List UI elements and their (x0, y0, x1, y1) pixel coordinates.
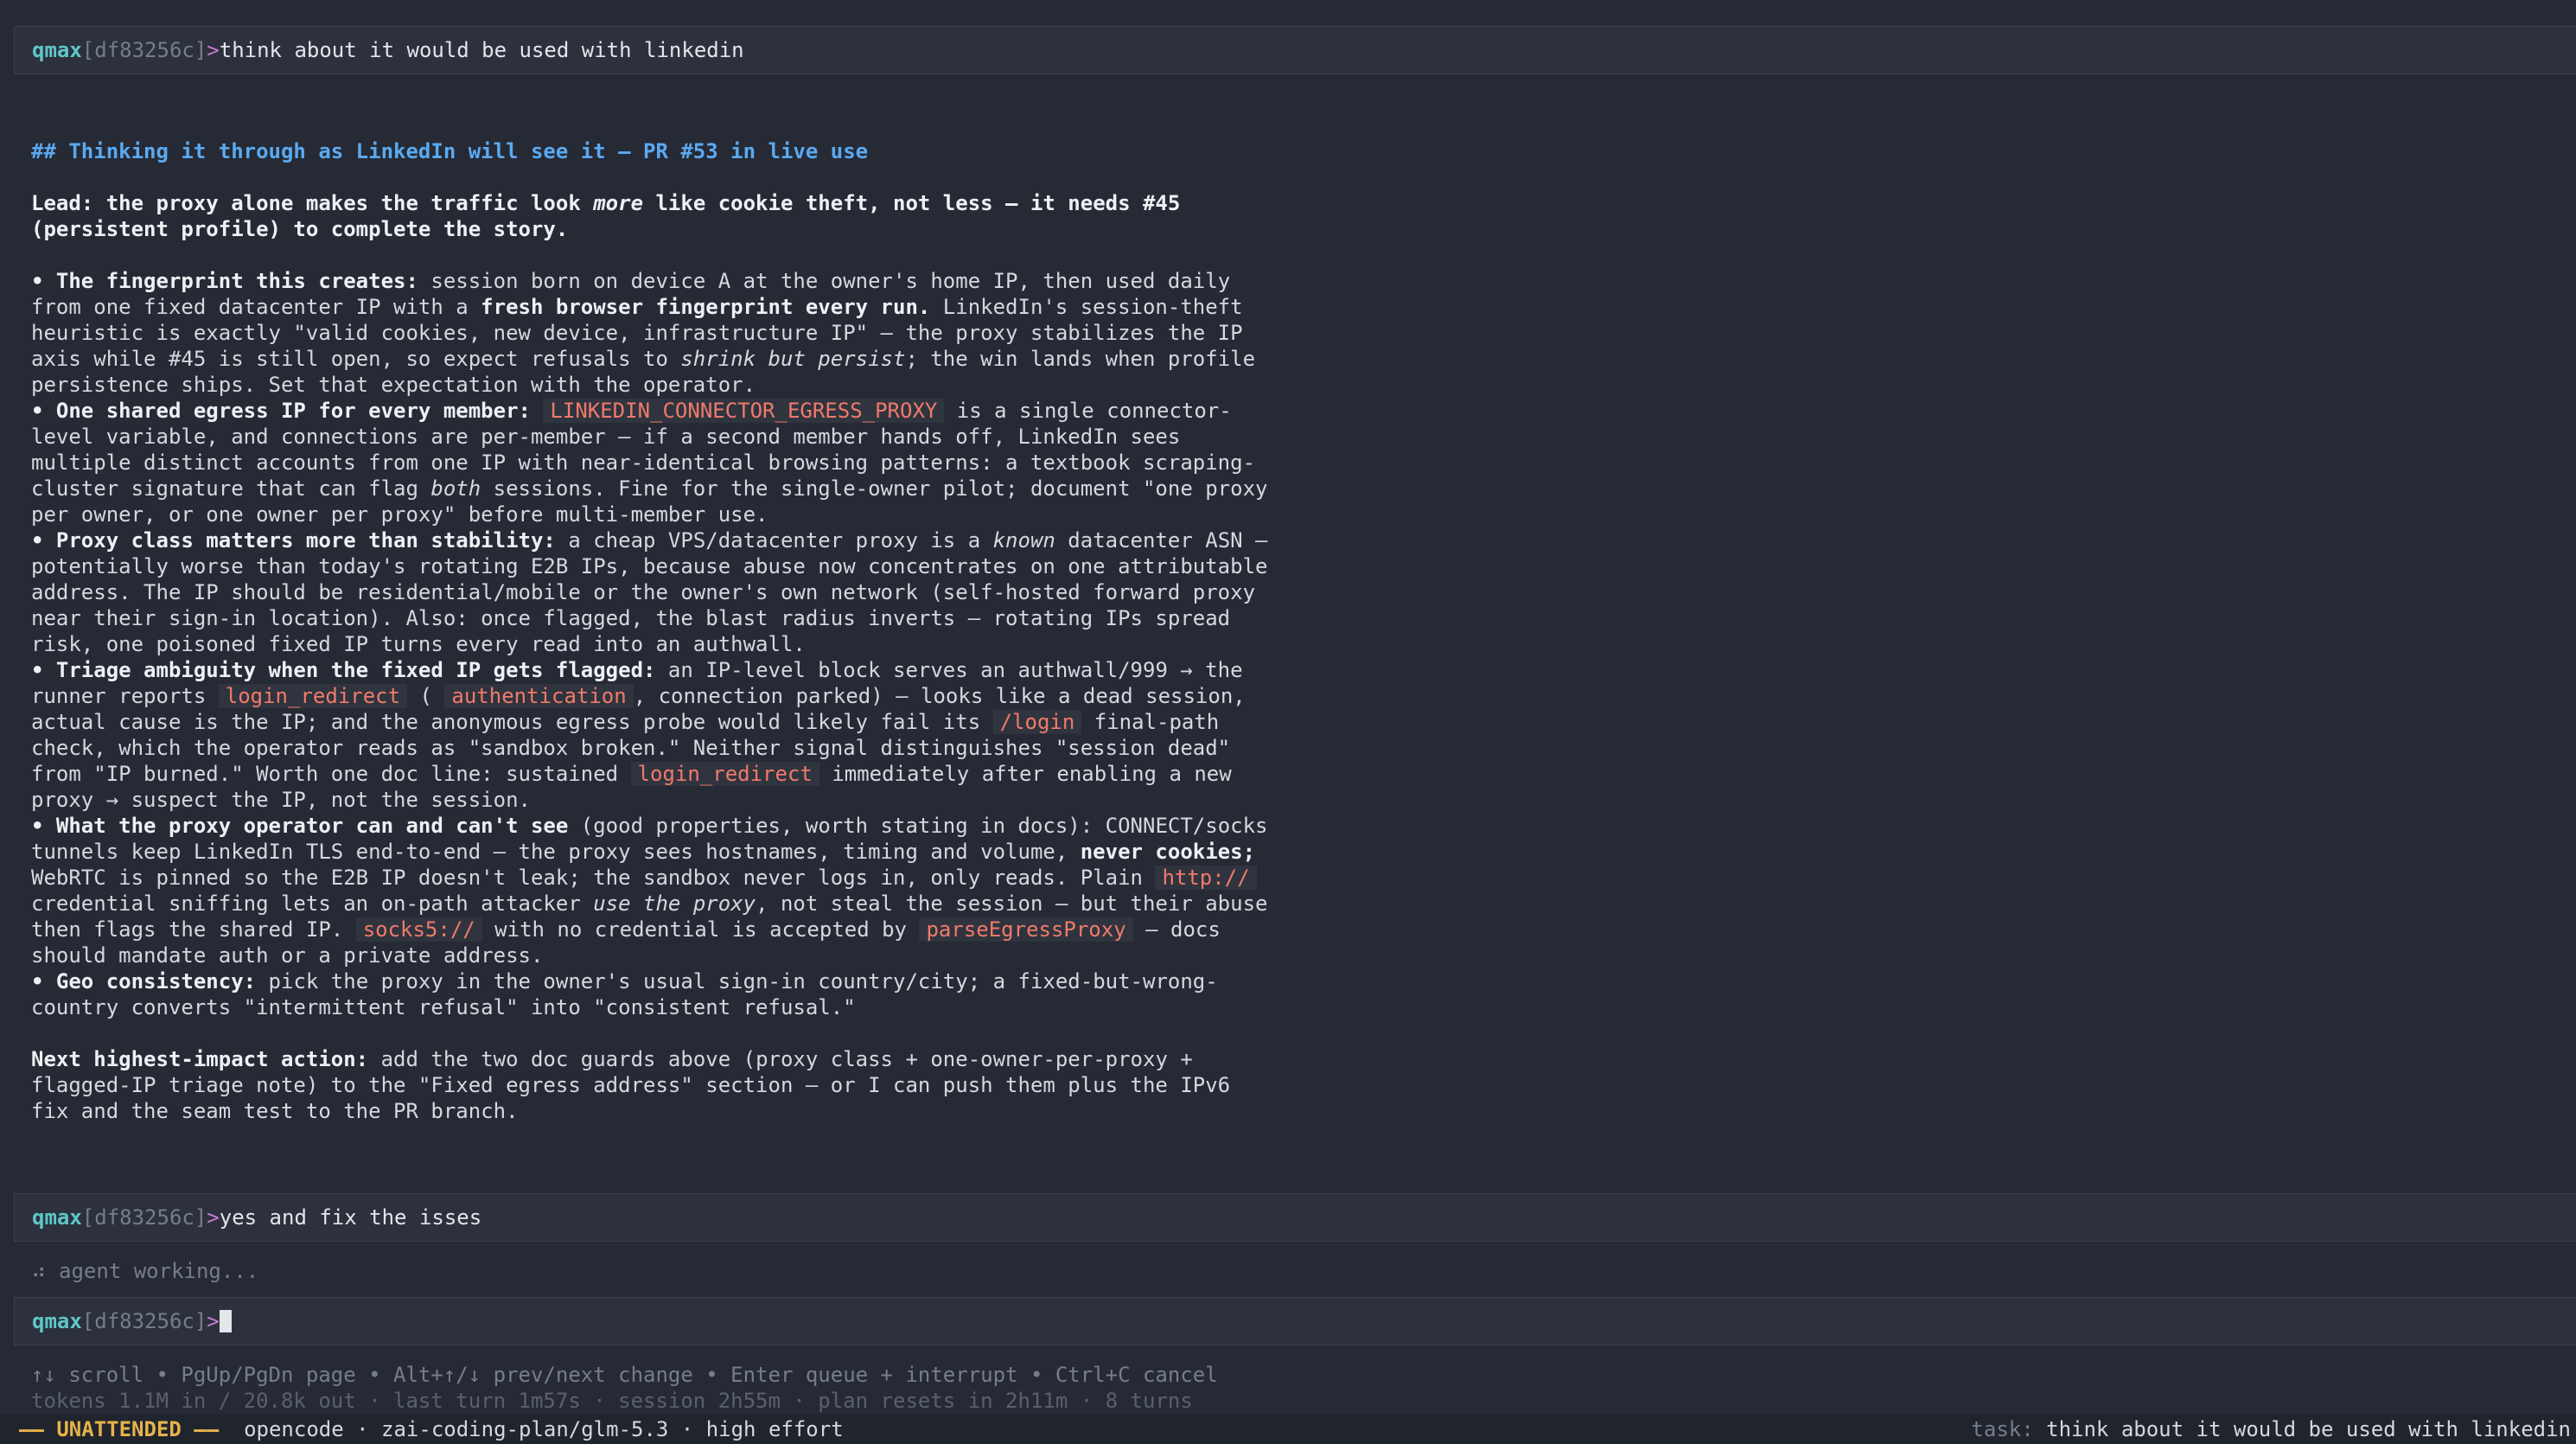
prompt-session-hash: [df83256c] (81, 1205, 207, 1230)
agent-working-indicator: ⠴ agent working... (31, 1259, 259, 1283)
prompt-arrow: > (207, 1309, 220, 1333)
code-login-path: /login (992, 710, 1082, 734)
status-bar: —— UNATTENDED —— opencode · zai-coding-p… (0, 1415, 2576, 1444)
current-task: task: think about it would be used with … (1971, 1417, 2571, 1441)
assistant-response: ## Thinking it through as LinkedIn will … (31, 138, 1276, 1124)
bullet-operator-visibility: • What the proxy operator can and can't … (31, 814, 1268, 968)
prompt-arrow: > (207, 1205, 220, 1230)
keybinding-hints: ↑↓ scroll • PgUp/PgDn page • Alt+↑/↓ pre… (31, 1363, 1218, 1387)
bullet-geo: • Geo consistency: pick the proxy in the… (31, 969, 1218, 1019)
bullet-triage: • Triage ambiguity when the fixed IP get… (31, 658, 1246, 812)
code-env-var: LINKEDIN_CONNECTOR_EGRESS_PROXY (543, 399, 945, 423)
engine-info: opencode · zai-coding-plan/glm-5.3 · hig… (219, 1417, 844, 1441)
task-label: task: (1971, 1417, 2047, 1441)
response-heading: ## Thinking it through as LinkedIn will … (31, 139, 869, 163)
prompt-user: qmax (32, 1205, 82, 1230)
code-login-redirect-2: login_redirect (630, 762, 819, 786)
prompt-history-2: qmax [df83256c] > yes and fix the isses (14, 1193, 2576, 1242)
prompt-user: qmax (32, 38, 82, 62)
token-usage: tokens 1.1M in / 20.8k out · last turn 1… (31, 1389, 1193, 1413)
prompt-session-hash: [df83256c] (81, 1309, 207, 1333)
code-login-redirect: login_redirect (218, 684, 408, 708)
bullet-proxy-class: • Proxy class matters more than stabilit… (31, 528, 1268, 656)
code-parse-egress: parseEgressProxy (919, 917, 1133, 942)
response-lead: Lead: the proxy alone makes the traffic … (31, 191, 1181, 241)
code-socks5: socks5:// (355, 917, 482, 942)
next-action: Next highest-impact action: add the two … (31, 1047, 1231, 1123)
mode-badge: —— UNATTENDED —— (19, 1417, 220, 1441)
code-authentication: authentication (444, 684, 634, 708)
prompt-text: think about it would be used with linked… (219, 38, 744, 62)
task-value: think about it would be used with linked… (2046, 1417, 2571, 1441)
prompt-input[interactable]: qmax [df83256c] > (14, 1297, 2576, 1345)
text-cursor (219, 1310, 232, 1332)
prompt-history-1: qmax [df83256c] > think about it would b… (14, 26, 2576, 74)
prompt-session-hash: [df83256c] (81, 38, 207, 62)
bullet-fingerprint: • The fingerprint this creates: session … (31, 269, 1256, 397)
prompt-arrow: > (207, 38, 220, 62)
prompt-text: yes and fix the isses (219, 1205, 482, 1230)
prompt-user: qmax (32, 1309, 82, 1333)
code-http: http:// (1155, 866, 1257, 890)
bullet-shared-egress: • One shared egress IP for every member:… (31, 399, 1268, 527)
